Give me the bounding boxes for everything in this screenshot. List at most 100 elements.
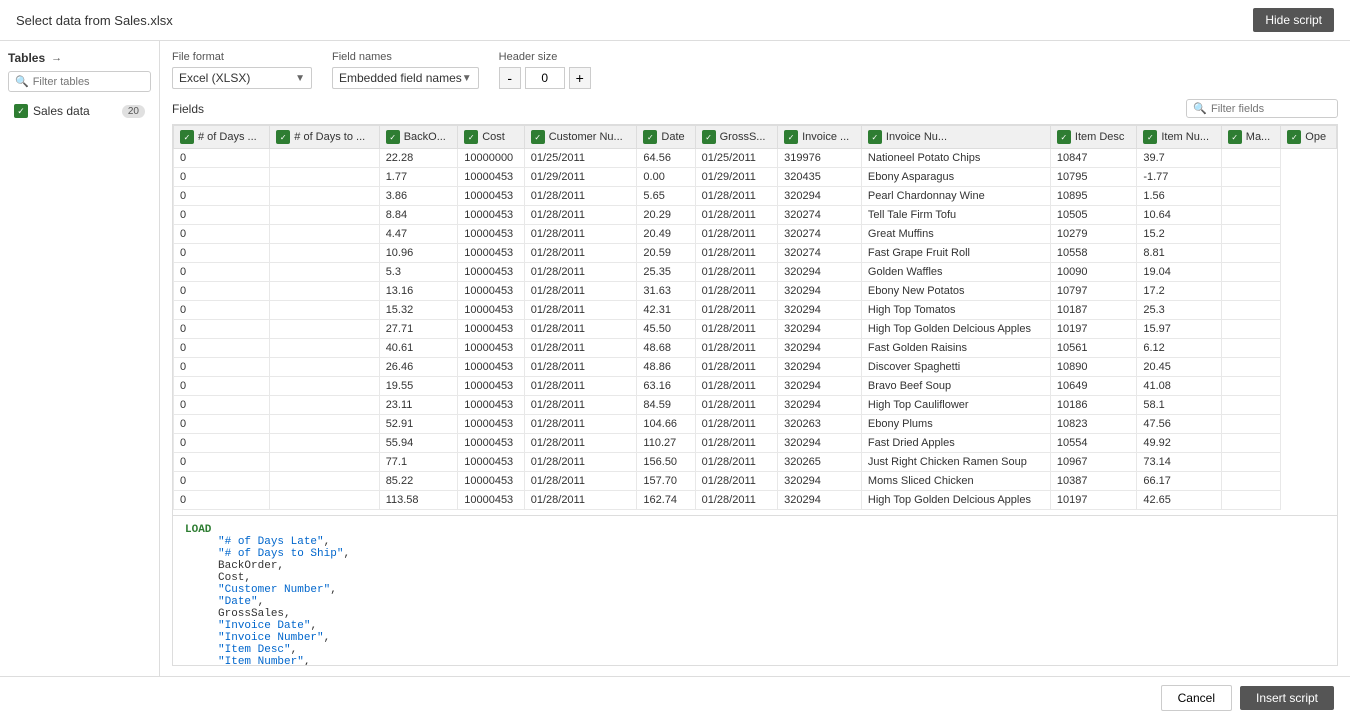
cell-14-1: [270, 415, 379, 434]
cell-1-8: Ebony Asparagus: [861, 168, 1050, 187]
table-col-header-4[interactable]: Customer Nu...: [524, 126, 637, 149]
cancel-button[interactable]: Cancel: [1161, 685, 1232, 711]
cell-18-9: 10197: [1050, 491, 1136, 510]
cell-15-2: 55.94: [379, 434, 458, 453]
table-col-header-6[interactable]: GrossS...: [695, 126, 777, 149]
cell-7-7: 320294: [778, 282, 862, 301]
cell-16-2: 77.1: [379, 453, 458, 472]
cell-17-0: 0: [174, 472, 270, 491]
table-row: 022.281000000001/25/201164.5601/25/20113…: [174, 149, 1337, 168]
data-table: # of Days ...# of Days to ...BackO...Cos…: [173, 125, 1337, 510]
cell-0-6: 01/25/2011: [695, 149, 777, 168]
cell-12-9: 10649: [1050, 377, 1136, 396]
cell-8-3: 10000453: [458, 301, 525, 320]
header-size-plus-button[interactable]: +: [569, 67, 591, 89]
cell-6-0: 0: [174, 263, 270, 282]
cell-4-9: 10279: [1050, 225, 1136, 244]
cell-2-1: [270, 187, 379, 206]
cell-0-3: 10000000: [458, 149, 525, 168]
bottom-bar: Cancel Insert script: [0, 676, 1350, 719]
cell-14-3: 10000453: [458, 415, 525, 434]
cell-11-8: Discover Spaghetti: [861, 358, 1050, 377]
cell-18-2: 113.58: [379, 491, 458, 510]
table-item-name: Sales data: [33, 104, 90, 118]
cell-8-0: 0: [174, 301, 270, 320]
cell-5-11: [1221, 244, 1281, 263]
cell-10-5: 48.68: [637, 339, 695, 358]
cell-3-5: 20.29: [637, 206, 695, 225]
table-col-header-3[interactable]: Cost: [458, 126, 525, 149]
cell-6-11: [1221, 263, 1281, 282]
cell-12-2: 19.55: [379, 377, 458, 396]
cell-13-3: 10000453: [458, 396, 525, 415]
field-names-select[interactable]: Embedded field names ▼: [332, 67, 479, 89]
header-size-input[interactable]: [525, 67, 565, 89]
table-body: 022.281000000001/25/201164.5601/25/20113…: [174, 149, 1337, 510]
insert-script-button[interactable]: Insert script: [1240, 686, 1334, 710]
table-col-header-12[interactable]: Ope: [1281, 126, 1337, 149]
cell-5-3: 10000453: [458, 244, 525, 263]
file-format-select[interactable]: Excel (XLSX) ▼: [172, 67, 312, 89]
sidebar-item-sales-data[interactable]: Sales data 20: [8, 100, 151, 122]
cell-10-4: 01/28/2011: [524, 339, 637, 358]
table-col-header-10[interactable]: Item Nu...: [1137, 126, 1221, 149]
cell-0-9: 10847: [1050, 149, 1136, 168]
cell-10-0: 0: [174, 339, 270, 358]
cell-2-3: 10000453: [458, 187, 525, 206]
table-col-header-5[interactable]: Date: [637, 126, 695, 149]
table-row: 040.611000045301/28/201148.6801/28/20113…: [174, 339, 1337, 358]
filter-tables-input-wrapper[interactable]: 🔍: [8, 71, 151, 92]
cell-9-1: [270, 320, 379, 339]
cell-17-9: 10387: [1050, 472, 1136, 491]
cell-1-7: 320435: [778, 168, 862, 187]
cell-1-0: 0: [174, 168, 270, 187]
cell-6-8: Golden Waffles: [861, 263, 1050, 282]
table-row: 027.711000045301/28/201145.5001/28/20113…: [174, 320, 1337, 339]
table-col-header-8[interactable]: Invoice Nu...: [861, 126, 1050, 149]
cell-8-4: 01/28/2011: [524, 301, 637, 320]
cell-8-1: [270, 301, 379, 320]
cell-2-4: 01/28/2011: [524, 187, 637, 206]
cell-16-9: 10967: [1050, 453, 1136, 472]
cell-5-0: 0: [174, 244, 270, 263]
table-col-header-1[interactable]: # of Days to ...: [270, 126, 379, 149]
cell-16-6: 01/28/2011: [695, 453, 777, 472]
filter-tables-input[interactable]: [33, 76, 144, 88]
cell-0-2: 22.28: [379, 149, 458, 168]
checkbox-sales-data[interactable]: [14, 104, 28, 118]
header-size-minus-button[interactable]: -: [499, 67, 521, 89]
table-col-header-2[interactable]: BackO...: [379, 126, 458, 149]
cell-14-2: 52.91: [379, 415, 458, 434]
cell-16-0: 0: [174, 453, 270, 472]
header-size-label: Header size: [499, 51, 591, 63]
data-table-container[interactable]: # of Days ...# of Days to ...BackO...Cos…: [172, 124, 1338, 516]
cell-15-6: 01/28/2011: [695, 434, 777, 453]
cell-7-4: 01/28/2011: [524, 282, 637, 301]
table-col-header-9[interactable]: Item Desc: [1050, 126, 1136, 149]
cell-18-4: 01/28/2011: [524, 491, 637, 510]
cell-5-1: [270, 244, 379, 263]
file-format-group: File format Excel (XLSX) ▼: [172, 51, 312, 89]
cell-14-5: 104.66: [637, 415, 695, 434]
hide-script-button[interactable]: Hide script: [1253, 8, 1334, 32]
table-col-header-0[interactable]: # of Days ...: [174, 126, 270, 149]
cell-2-5: 5.65: [637, 187, 695, 206]
table-col-header-7[interactable]: Invoice ...: [778, 126, 862, 149]
cell-12-11: [1221, 377, 1281, 396]
cell-9-4: 01/28/2011: [524, 320, 637, 339]
cell-18-3: 10000453: [458, 491, 525, 510]
sidebar-tables-label: Tables →: [8, 51, 151, 65]
filter-fields-input[interactable]: [1211, 103, 1331, 115]
cell-1-10: -1.77: [1137, 168, 1221, 187]
cell-15-0: 0: [174, 434, 270, 453]
filter-fields-wrapper[interactable]: 🔍: [1186, 99, 1338, 118]
cell-6-1: [270, 263, 379, 282]
cell-1-9: 10795: [1050, 168, 1136, 187]
cell-1-6: 01/29/2011: [695, 168, 777, 187]
cell-11-3: 10000453: [458, 358, 525, 377]
cell-14-9: 10823: [1050, 415, 1136, 434]
cell-4-1: [270, 225, 379, 244]
cell-5-6: 01/28/2011: [695, 244, 777, 263]
table-item-count: 20: [122, 105, 145, 118]
table-col-header-11[interactable]: Ma...: [1221, 126, 1281, 149]
